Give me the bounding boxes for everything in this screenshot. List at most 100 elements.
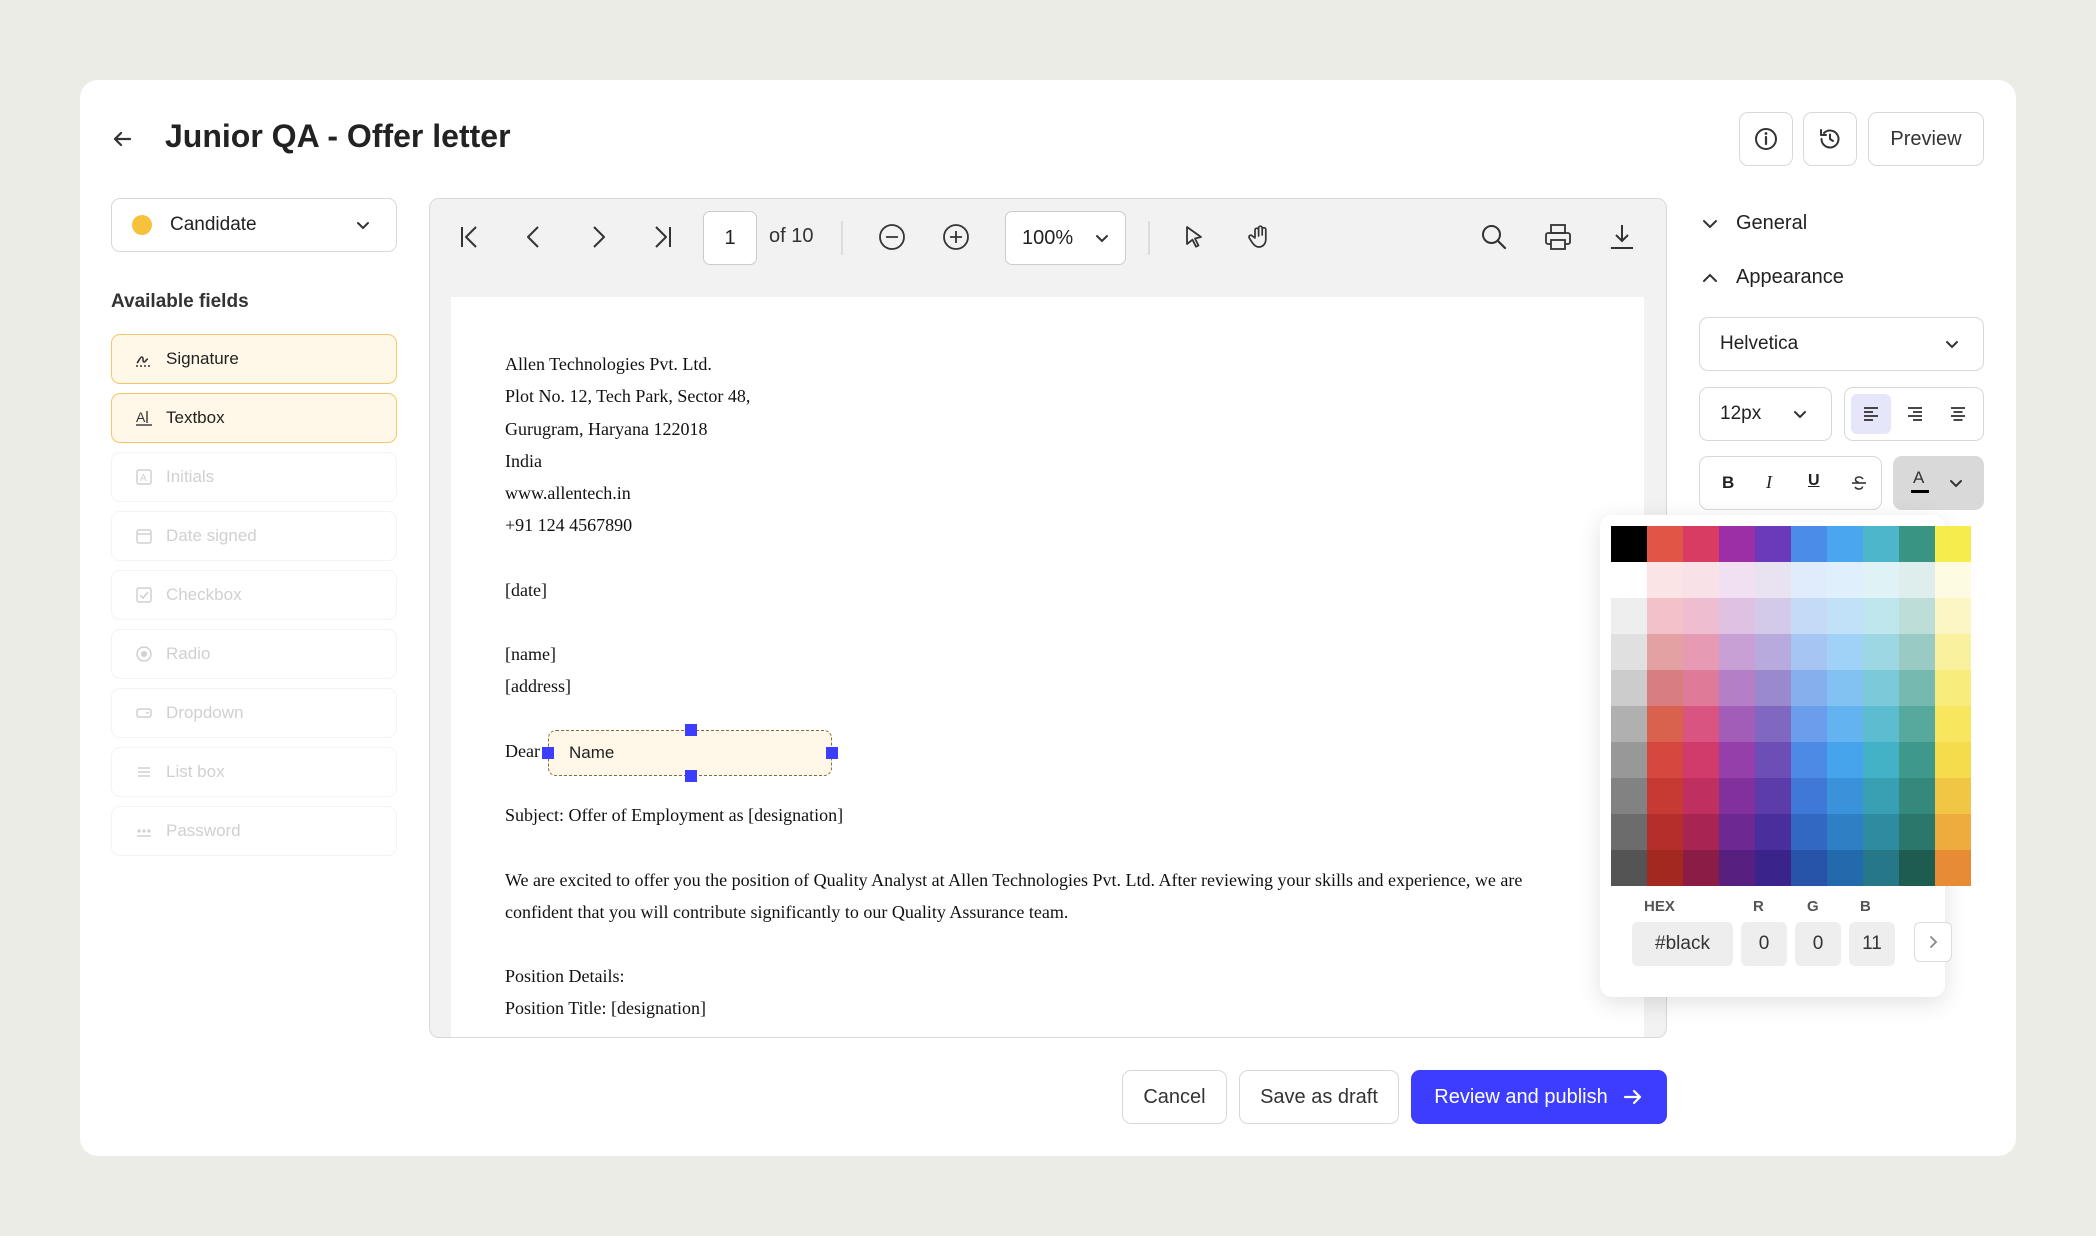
font-select[interactable]: Helvetica	[1699, 317, 1984, 371]
color-swatch[interactable]	[1755, 562, 1791, 598]
last-page-icon[interactable]	[644, 219, 680, 255]
color-swatch[interactable]	[1899, 526, 1935, 562]
zoom-in-icon[interactable]	[938, 219, 974, 255]
color-swatch[interactable]	[1827, 670, 1863, 706]
color-swatch[interactable]	[1683, 634, 1719, 670]
color-swatch[interactable]	[1827, 742, 1863, 778]
color-swatch[interactable]	[1827, 706, 1863, 742]
color-swatch[interactable]	[1791, 850, 1827, 886]
color-swatch[interactable]	[1863, 814, 1899, 850]
color-swatch[interactable]	[1611, 670, 1647, 706]
cursor-tool-icon[interactable]	[1176, 219, 1212, 255]
zoom-select[interactable]: 100%	[1005, 211, 1126, 265]
cancel-button[interactable]: Cancel	[1122, 1070, 1227, 1124]
color-swatch[interactable]	[1863, 706, 1899, 742]
color-swatch[interactable]	[1719, 706, 1755, 742]
color-swatch[interactable]	[1611, 634, 1647, 670]
color-swatch[interactable]	[1755, 850, 1791, 886]
strikethrough-icon[interactable]	[1850, 474, 1868, 492]
color-swatch[interactable]	[1755, 814, 1791, 850]
first-page-icon[interactable]	[452, 219, 488, 255]
color-swatch[interactable]	[1827, 598, 1863, 634]
color-swatch[interactable]	[1719, 778, 1755, 814]
color-swatch[interactable]	[1611, 742, 1647, 778]
color-swatch[interactable]	[1719, 670, 1755, 706]
next-page-icon[interactable]	[580, 219, 616, 255]
color-swatch[interactable]	[1611, 562, 1647, 598]
color-swatch[interactable]	[1755, 526, 1791, 562]
color-swatch[interactable]	[1611, 778, 1647, 814]
back-arrow-icon[interactable]	[108, 125, 136, 153]
color-swatch[interactable]	[1611, 814, 1647, 850]
color-swatch[interactable]	[1683, 814, 1719, 850]
color-swatch[interactable]	[1791, 634, 1827, 670]
color-swatch[interactable]	[1899, 598, 1935, 634]
color-swatch[interactable]	[1899, 778, 1935, 814]
color-swatch[interactable]	[1899, 670, 1935, 706]
color-swatch[interactable]	[1755, 598, 1791, 634]
color-swatch[interactable]	[1935, 634, 1971, 670]
color-swatch[interactable]	[1863, 670, 1899, 706]
resize-handle-bottom[interactable]	[685, 770, 697, 782]
preview-button[interactable]: Preview	[1868, 112, 1984, 166]
color-swatch[interactable]	[1683, 598, 1719, 634]
color-swatch[interactable]	[1755, 778, 1791, 814]
color-swatch[interactable]	[1935, 814, 1971, 850]
color-swatch[interactable]	[1899, 706, 1935, 742]
color-swatch[interactable]	[1683, 670, 1719, 706]
field-textbox[interactable]: A Textbox	[111, 393, 397, 443]
color-swatch[interactable]	[1647, 742, 1683, 778]
color-swatch[interactable]	[1647, 778, 1683, 814]
color-swatch[interactable]	[1791, 670, 1827, 706]
color-swatch[interactable]	[1755, 706, 1791, 742]
color-swatch[interactable]	[1827, 634, 1863, 670]
bold-button[interactable]: B	[1722, 473, 1734, 493]
align-center-button[interactable]	[1938, 394, 1978, 434]
color-swatch[interactable]	[1827, 814, 1863, 850]
r-input[interactable]: 0	[1741, 922, 1787, 966]
color-swatch[interactable]	[1755, 634, 1791, 670]
color-swatch[interactable]	[1935, 526, 1971, 562]
color-swatch[interactable]	[1683, 778, 1719, 814]
color-swatch[interactable]	[1719, 598, 1755, 634]
color-swatch[interactable]	[1719, 850, 1755, 886]
appearance-section-toggle[interactable]: Appearance	[1700, 266, 1844, 289]
review-publish-button[interactable]: Review and publish	[1411, 1070, 1667, 1124]
color-swatch[interactable]	[1791, 598, 1827, 634]
color-swatch[interactable]	[1863, 562, 1899, 598]
color-swatch[interactable]	[1791, 778, 1827, 814]
color-swatch[interactable]	[1755, 742, 1791, 778]
color-swatch[interactable]	[1827, 526, 1863, 562]
resize-handle-right[interactable]	[826, 747, 838, 759]
color-swatch[interactable]	[1683, 526, 1719, 562]
color-swatch[interactable]	[1647, 706, 1683, 742]
color-swatch[interactable]	[1611, 850, 1647, 886]
hand-tool-icon[interactable]	[1242, 219, 1278, 255]
color-swatch[interactable]	[1899, 562, 1935, 598]
underline-button[interactable]: U	[1808, 472, 1820, 490]
font-size-select[interactable]: 12px	[1699, 387, 1832, 441]
hex-input[interactable]: #black	[1632, 922, 1733, 966]
color-swatch[interactable]	[1935, 562, 1971, 598]
color-swatch[interactable]	[1647, 562, 1683, 598]
color-swatch[interactable]	[1935, 778, 1971, 814]
color-swatch[interactable]	[1827, 778, 1863, 814]
resize-handle-left[interactable]	[542, 747, 554, 759]
color-swatch[interactable]	[1863, 526, 1899, 562]
search-icon[interactable]	[1476, 219, 1512, 255]
color-swatch[interactable]	[1647, 814, 1683, 850]
general-section-toggle[interactable]: General	[1700, 212, 1807, 235]
save-draft-button[interactable]: Save as draft	[1239, 1070, 1399, 1124]
color-swatch[interactable]	[1683, 562, 1719, 598]
history-button[interactable]	[1803, 112, 1857, 166]
zoom-out-icon[interactable]	[874, 219, 910, 255]
color-swatch[interactable]	[1755, 670, 1791, 706]
color-swatch[interactable]	[1935, 742, 1971, 778]
color-swatch[interactable]	[1683, 742, 1719, 778]
color-swatch[interactable]	[1647, 670, 1683, 706]
color-swatch[interactable]	[1719, 526, 1755, 562]
placed-name-field[interactable]: Name	[542, 724, 838, 782]
download-icon[interactable]	[1604, 219, 1640, 255]
field-signature[interactable]: Signature	[111, 334, 397, 384]
color-swatch[interactable]	[1647, 634, 1683, 670]
